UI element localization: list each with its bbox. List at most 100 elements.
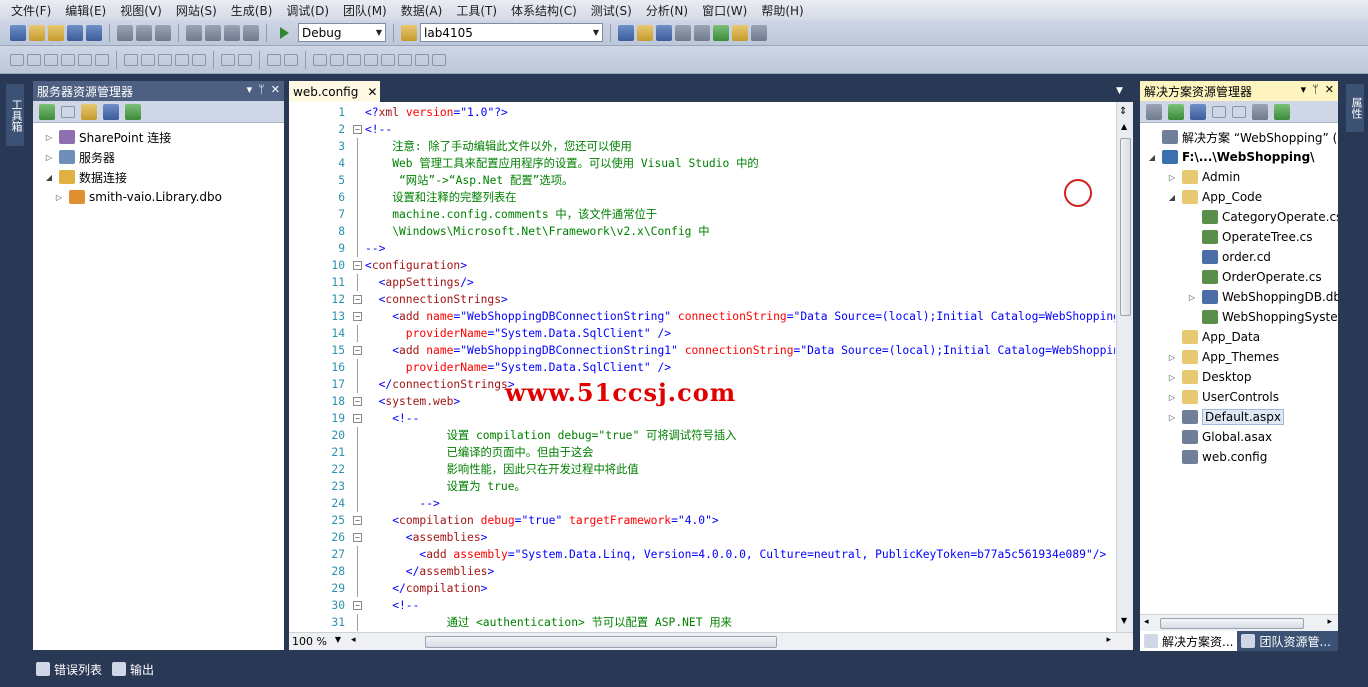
code-line[interactable]: 2− <!-- — [289, 121, 1115, 138]
collapse-region-icon[interactable]: − — [353, 295, 362, 304]
code-line[interactable]: 31 通过 <authentication> 节可以配置 ASP.NET 用来 — [289, 614, 1115, 631]
menu-item[interactable]: 帮助(H) — [754, 2, 810, 19]
comment-icon[interactable] — [267, 53, 281, 66]
code-line[interactable]: 8 \Windows\Microsoft.Net\Framework\v2.x\… — [289, 223, 1115, 240]
format-icon[interactable] — [27, 53, 41, 66]
solution-item[interactable]: ▷ Desktop — [1140, 367, 1338, 387]
format-icon[interactable] — [141, 53, 155, 66]
solution-item[interactable]: web.config — [1140, 447, 1338, 467]
start-debugging-icon[interactable] — [280, 26, 289, 39]
scroll-thumb[interactable] — [1160, 618, 1304, 629]
format-icon[interactable] — [124, 53, 138, 66]
menu-item[interactable]: 测试(S) — [584, 2, 639, 19]
find-in-files-icon[interactable] — [401, 24, 417, 41]
code-line[interactable]: 10− <configuration> — [289, 257, 1115, 274]
collapse-region-icon[interactable]: − — [353, 346, 362, 355]
menu-item[interactable]: 文件(F) — [4, 2, 58, 19]
view-code-icon[interactable] — [1232, 105, 1246, 118]
code-line[interactable]: 29 </compilation> — [289, 580, 1115, 597]
undo-icon[interactable] — [186, 24, 202, 41]
bookmark-icon[interactable] — [415, 53, 429, 66]
expand-icon[interactable]: ▷ — [1186, 293, 1198, 302]
code-line[interactable]: 12− <connectionStrings> — [289, 291, 1115, 308]
solution-item[interactable]: order.cd — [1140, 247, 1338, 267]
tree-item[interactable]: ▷ 服务器 — [33, 147, 284, 167]
bookmark-icon[interactable] — [313, 53, 327, 66]
menu-item[interactable]: 体系结构(C) — [504, 2, 584, 19]
asp-net-config-icon[interactable] — [1274, 103, 1290, 120]
collapse-region-icon[interactable]: − — [353, 397, 362, 406]
menu-item[interactable]: 窗口(W) — [695, 2, 754, 19]
toolbox-icon[interactable] — [675, 24, 691, 41]
redo-icon[interactable] — [205, 24, 221, 41]
object-browser-icon[interactable] — [656, 24, 672, 41]
tree-item[interactable]: ▷ SharePoint 连接 — [33, 127, 284, 147]
format-icon[interactable] — [95, 53, 109, 66]
expand-icon[interactable]: ▷ — [1166, 173, 1178, 182]
solution-item[interactable]: ▷ UserControls — [1140, 387, 1338, 407]
tab-web-config[interactable]: web.config ✕ — [289, 81, 380, 102]
menu-item[interactable]: 分析(N) — [639, 2, 695, 19]
code-line[interactable]: 11 <appSettings/> — [289, 274, 1115, 291]
collapse-region-icon[interactable]: − — [353, 125, 362, 134]
nest-related-icon[interactable] — [1212, 105, 1226, 118]
solution-item[interactable]: ▷ App_Themes — [1140, 347, 1338, 367]
code-line[interactable]: 13− <add name="WebShoppingDBConnectionSt… — [289, 308, 1115, 325]
zoom-combo[interactable]: 100 % ▼ — [289, 635, 347, 648]
new-project-icon[interactable] — [10, 24, 26, 41]
navigate-forward-icon[interactable] — [243, 24, 259, 41]
save-all-icon[interactable] — [86, 24, 102, 41]
outdent-icon[interactable] — [221, 53, 235, 66]
code-line[interactable]: 27 <add assembly="System.Data.Linq, Vers… — [289, 546, 1115, 563]
code-line[interactable]: 30− <!-- — [289, 597, 1115, 614]
collapse-region-icon[interactable]: − — [353, 312, 362, 321]
window-position-icon[interactable]: ▾ — [1301, 83, 1307, 96]
collapse-icon[interactable]: ◢ — [1166, 193, 1178, 202]
code-line[interactable]: 7 machine.config.comments 中，该文件通常位于 — [289, 206, 1115, 223]
open-file-icon[interactable] — [48, 24, 64, 41]
collapse-region-icon[interactable]: − — [353, 601, 362, 610]
show-all-files-icon[interactable] — [1190, 103, 1206, 120]
horizontal-scrollbar[interactable]: ◂ ▸ — [1140, 614, 1338, 631]
solution-item[interactable]: ▷ Default.aspx — [1140, 407, 1338, 427]
window-layout-icon[interactable] — [751, 24, 767, 41]
expand-icon[interactable]: ▷ — [1166, 393, 1178, 402]
connect-database-icon[interactable] — [81, 103, 97, 120]
code-line[interactable]: 21 已编译的页面中。但由于这会 — [289, 444, 1115, 461]
menu-item[interactable]: 工具(T) — [449, 2, 504, 19]
connect-server-icon[interactable] — [103, 103, 119, 120]
vertical-scrollbar[interactable]: ⇕ ▲ ▼ — [1116, 102, 1133, 632]
properties-icon[interactable] — [637, 24, 653, 41]
code-line[interactable]: 15− <add name="WebShoppingDBConnectionSt… — [289, 342, 1115, 359]
menu-item[interactable]: 网站(S) — [169, 2, 224, 19]
collapse-region-icon[interactable]: − — [353, 516, 362, 525]
expand-icon[interactable]: ▷ — [1166, 373, 1178, 382]
solution-configuration-select[interactable]: Debug ▼ — [298, 23, 386, 42]
properties-icon[interactable] — [1146, 103, 1162, 120]
code-line[interactable]: 5 “网站”->“Asp.Net 配置”选项。 — [289, 172, 1115, 189]
solution-item[interactable]: 解决方案 “WebShopping” (1 个项目) — [1140, 127, 1338, 147]
scroll-left-icon[interactable]: ◂ — [351, 635, 356, 645]
scroll-up-icon[interactable]: ▲ — [1121, 122, 1127, 131]
solution-item[interactable]: OrderOperate.cs — [1140, 267, 1338, 287]
format-icon[interactable] — [78, 53, 92, 66]
code-line[interactable]: 19− <!-- — [289, 410, 1115, 427]
collapse-icon[interactable]: ◢ — [43, 173, 55, 182]
solution-item[interactable]: Global.asax — [1140, 427, 1338, 447]
expand-icon[interactable]: ▷ — [43, 133, 55, 142]
close-icon[interactable]: ✕ — [1325, 83, 1334, 96]
bookmark-icon[interactable] — [398, 53, 412, 66]
tree-item[interactable]: ◢ 数据连接 — [33, 167, 284, 187]
code-line[interactable]: 4 Web 管理工具来配置应用程序的设置。可以使用 Visual Studio … — [289, 155, 1115, 172]
expand-icon[interactable]: ▷ — [1166, 353, 1178, 362]
code-line[interactable]: 28 </assemblies> — [289, 563, 1115, 580]
format-icon[interactable] — [61, 53, 75, 66]
code-line[interactable]: 25− <compilation debug="true" targetFram… — [289, 512, 1115, 529]
solution-item[interactable]: ◢ App_Code — [1140, 187, 1338, 207]
refresh-icon[interactable] — [1168, 103, 1184, 120]
tab-output[interactable]: 输出 — [112, 658, 154, 680]
code-editor[interactable]: 1 <?xml version="1.0"?> 2− <!-- 3 注意: 除了手动编辑… — [289, 102, 1133, 650]
scroll-right-icon[interactable]: ▸ — [1106, 635, 1111, 645]
format-icon[interactable] — [192, 53, 206, 66]
tab-team-explorer[interactable]: 团队资源管... — [1237, 631, 1334, 651]
